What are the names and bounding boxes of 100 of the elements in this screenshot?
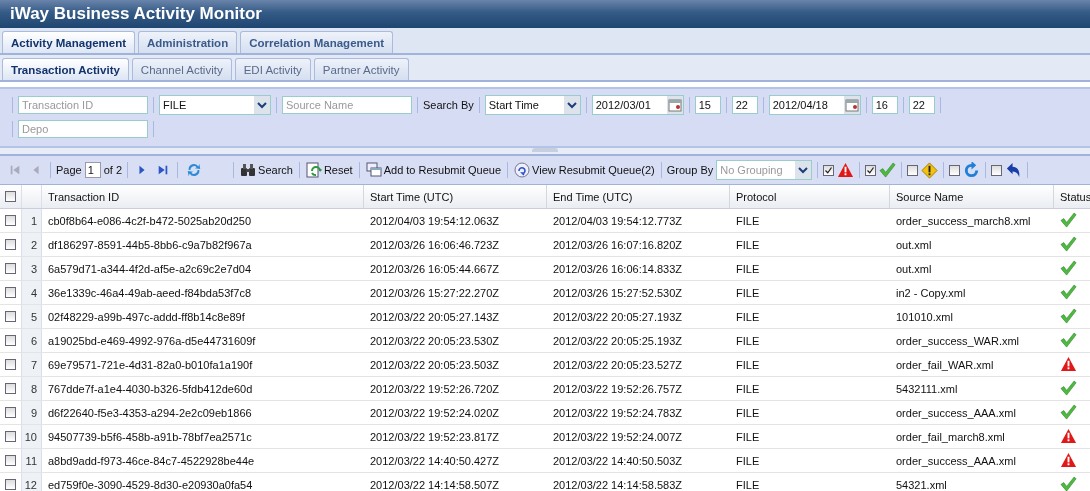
table-cell: 101010.xml	[896, 310, 953, 323]
table-cell: 2012/03/22 14:40:50.427Z	[370, 454, 500, 467]
row-checkbox[interactable]	[5, 359, 16, 370]
check-icon	[879, 161, 897, 179]
time-field[interactable]: 22	[731, 96, 758, 114]
sub-tab[interactable]: Transaction Activity	[2, 58, 129, 80]
table-cell: 2012/03/22 19:52:24.007Z	[553, 430, 683, 443]
check-icon	[1060, 332, 1077, 349]
row-checkbox[interactable]	[5, 431, 16, 442]
status-filter-checkbox[interactable]	[865, 164, 877, 176]
row-number: 3	[22, 257, 42, 280]
table-cell: 02f48229-a99b-497c-addd-ff8b14c8e89f	[48, 310, 245, 323]
table-cell: 2012/03/22 19:52:24.020Z	[370, 406, 500, 419]
sub-tab[interactable]: Channel Activity	[131, 58, 232, 80]
date-field[interactable]: 2012/03/01	[591, 95, 684, 115]
table-cell: order_success_WAR.xml	[896, 334, 1020, 347]
status-filter-checkbox[interactable]	[907, 164, 919, 176]
main-tab[interactable]: Administration	[138, 31, 238, 53]
table-cell: 5432111.xml	[896, 382, 958, 395]
table-cell: FILE	[736, 262, 760, 275]
status-filter-checkbox[interactable]	[991, 164, 1003, 176]
row-number: 10	[22, 425, 42, 448]
row-number: 7	[22, 353, 42, 376]
column-header[interactable]: Source Name	[890, 185, 1054, 208]
status-filter-checkbox[interactable]	[949, 164, 961, 176]
time-field[interactable]: 22	[908, 96, 935, 114]
table-cell: 2012/03/22 14:14:58.583Z	[553, 478, 683, 491]
table-cell: 2012/03/22 19:52:23.817Z	[370, 430, 500, 443]
table-cell: 2012/03/26 16:07:16.820Z	[553, 238, 683, 251]
toolbar-button[interactable]: Reset	[304, 162, 354, 178]
row-checkbox[interactable]	[5, 311, 16, 322]
row-number: 8	[22, 377, 42, 400]
table-cell: 2012/03/22 20:05:23.527Z	[553, 358, 683, 371]
error-icon	[1060, 428, 1077, 445]
stacked-windows-icon	[365, 162, 382, 178]
table-cell: FILE	[736, 286, 760, 299]
last-page-icon[interactable]	[157, 164, 170, 176]
warning-icon	[921, 161, 939, 179]
table-cell: FILE	[736, 454, 760, 467]
row-checkbox[interactable]	[5, 455, 16, 466]
main-tab[interactable]: Activity Management	[2, 31, 136, 53]
table-cell: 6a579d71-a344-4f2d-af5e-a2c69c2e7d04	[48, 262, 252, 275]
page-field[interactable]: 1	[84, 162, 101, 178]
date-field[interactable]: 2012/04/18	[768, 95, 861, 115]
table-cell: 2012/03/22 20:05:23.503Z	[370, 358, 500, 371]
row-checkbox[interactable]	[5, 479, 16, 490]
toolbar-button[interactable]: Search	[239, 162, 294, 178]
toolbar-button[interactable]: View Resubmit Queue(2)	[513, 162, 656, 178]
table-cell: FILE	[736, 310, 760, 323]
row-checkbox[interactable]	[5, 263, 16, 274]
table-cell: 94507739-b5f6-458b-a91b-78bf7ea2571c	[48, 430, 252, 443]
time-field[interactable]: 16	[871, 96, 898, 114]
text-field[interactable]: Transaction ID	[18, 96, 148, 114]
row-checkbox[interactable]	[5, 407, 16, 418]
row-checkbox[interactable]	[5, 239, 16, 250]
refresh-icon[interactable]	[186, 162, 203, 178]
column-header[interactable]: Transaction ID	[42, 185, 364, 208]
column-header[interactable]: Start Time (UTC)	[364, 185, 547, 208]
refresh-icon	[963, 161, 981, 179]
table-cell: order_success_AAA.xml	[896, 454, 1016, 467]
dropdown-field[interactable]: Start Time	[484, 95, 581, 115]
table-cell: 2012/03/26 16:06:46.723Z	[370, 238, 500, 251]
row-number: 4	[22, 281, 42, 304]
row-checkbox[interactable]	[5, 383, 16, 394]
toolbar-button[interactable]: Add to Resubmit Queue	[364, 162, 503, 178]
column-header[interactable]: Status	[1054, 185, 1090, 208]
table-cell: d6f22640-f5e3-4353-a294-2e2c09eb1866	[48, 406, 252, 419]
check-icon	[1060, 380, 1077, 397]
group-by-label: Group By	[666, 164, 714, 176]
row-checkbox[interactable]	[5, 335, 16, 346]
check-icon	[1060, 260, 1077, 277]
calendar-icon[interactable]	[666, 96, 683, 114]
row-checkbox[interactable]	[5, 287, 16, 298]
check-icon	[1060, 308, 1077, 325]
table-cell: order_success_march8.xml	[896, 214, 1031, 227]
time-field[interactable]: 15	[694, 96, 721, 114]
sub-tab[interactable]: EDI Activity	[234, 58, 311, 80]
calendar-icon[interactable]	[843, 96, 860, 114]
table-cell: 2012/03/26 16:05:44.667Z	[370, 262, 500, 275]
table-cell: 2012/03/22 20:05:27.193Z	[553, 310, 683, 323]
row-number: 12	[22, 473, 42, 491]
table-cell: FILE	[736, 406, 760, 419]
sub-tab[interactable]: Partner Activity	[313, 58, 409, 80]
check-icon	[1060, 284, 1077, 301]
check-icon	[1060, 476, 1077, 491]
row-checkbox[interactable]	[5, 215, 16, 226]
table-cell: 2012/03/22 20:05:27.143Z	[370, 310, 500, 323]
check-icon	[1060, 236, 1077, 253]
status-filter-checkbox[interactable]	[823, 164, 835, 176]
table-cell: order_fail_WAR.xml	[896, 358, 994, 371]
dropdown-field[interactable]: FILE	[159, 95, 271, 115]
column-header[interactable]: Protocol	[730, 185, 890, 208]
text-field[interactable]: Source Name	[282, 96, 412, 114]
table-cell: 767dde7f-a1e4-4030-b326-5fdb412de60d	[48, 382, 253, 395]
main-tab[interactable]: Correlation Management	[240, 31, 393, 53]
column-header[interactable]: End Time (UTC)	[547, 185, 730, 208]
collapse-handle[interactable]	[532, 148, 558, 152]
text-field[interactable]: Depo	[18, 120, 148, 138]
select-all-checkbox[interactable]	[5, 191, 16, 202]
table-cell: a8bd9add-f973-46ce-84c7-4522928be44e	[48, 454, 255, 467]
